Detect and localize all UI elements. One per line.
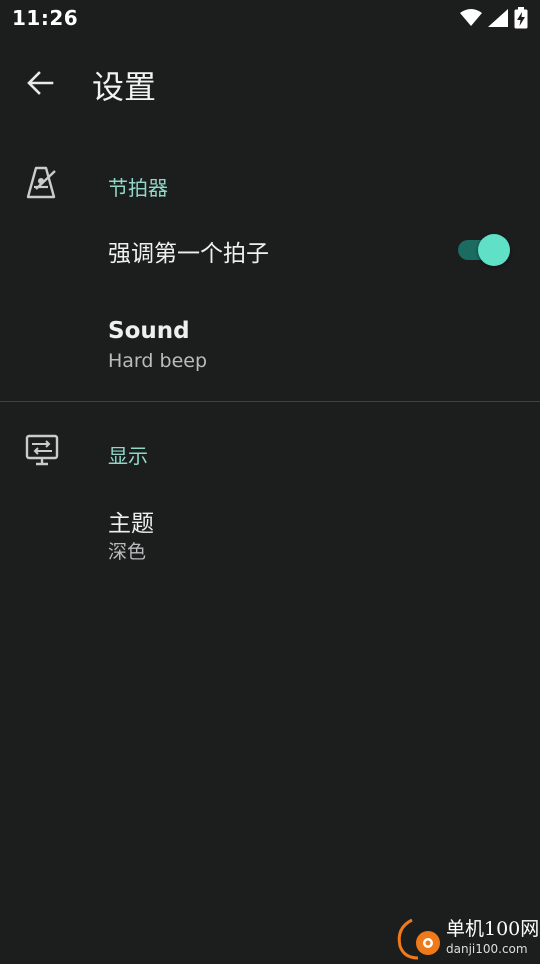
accent-first-beat-switch[interactable] bbox=[458, 234, 510, 264]
pref-title: 强调第一个拍子 bbox=[108, 234, 269, 268]
display-icon bbox=[24, 432, 60, 468]
pref-sound[interactable]: Sound Hard beep bbox=[0, 300, 540, 396]
pref-accent-first-beat[interactable]: 强调第一个拍子 bbox=[0, 218, 540, 298]
section-display: 显示 bbox=[0, 432, 540, 492]
section-title: 显示 bbox=[108, 440, 148, 469]
metronome-icon bbox=[24, 164, 60, 200]
battery-charging-icon bbox=[514, 7, 528, 29]
section-header: 显示 bbox=[0, 432, 540, 492]
pref-theme[interactable]: 主题 深色 bbox=[0, 486, 540, 582]
section-title: 节拍器 bbox=[108, 172, 168, 201]
status-time: 11:26 bbox=[12, 6, 78, 30]
watermark-url: danji100.com bbox=[446, 943, 539, 955]
pref-title: 主题 bbox=[108, 504, 154, 538]
arrow-back-icon bbox=[26, 69, 54, 101]
watermark-text: 单机100网 bbox=[446, 920, 539, 939]
pref-summary: Hard beep bbox=[108, 350, 207, 372]
pref-summary: 深色 bbox=[108, 537, 146, 564]
signal-icon bbox=[488, 9, 508, 27]
switch-thumb bbox=[478, 234, 510, 266]
app-bar: 设置 bbox=[0, 50, 540, 120]
back-button[interactable] bbox=[8, 53, 72, 117]
page-title: 设置 bbox=[92, 62, 156, 108]
status-icons bbox=[460, 7, 528, 29]
watermark: 单机100网 danji100.com bbox=[390, 914, 540, 960]
section-divider bbox=[0, 401, 540, 402]
pref-title: Sound bbox=[108, 318, 190, 344]
section-header: 节拍器 bbox=[0, 164, 540, 224]
status-bar: 11:26 bbox=[0, 0, 540, 36]
section-metronome: 节拍器 bbox=[0, 164, 540, 224]
watermark-logo-icon bbox=[390, 914, 446, 960]
wifi-icon bbox=[460, 9, 482, 27]
